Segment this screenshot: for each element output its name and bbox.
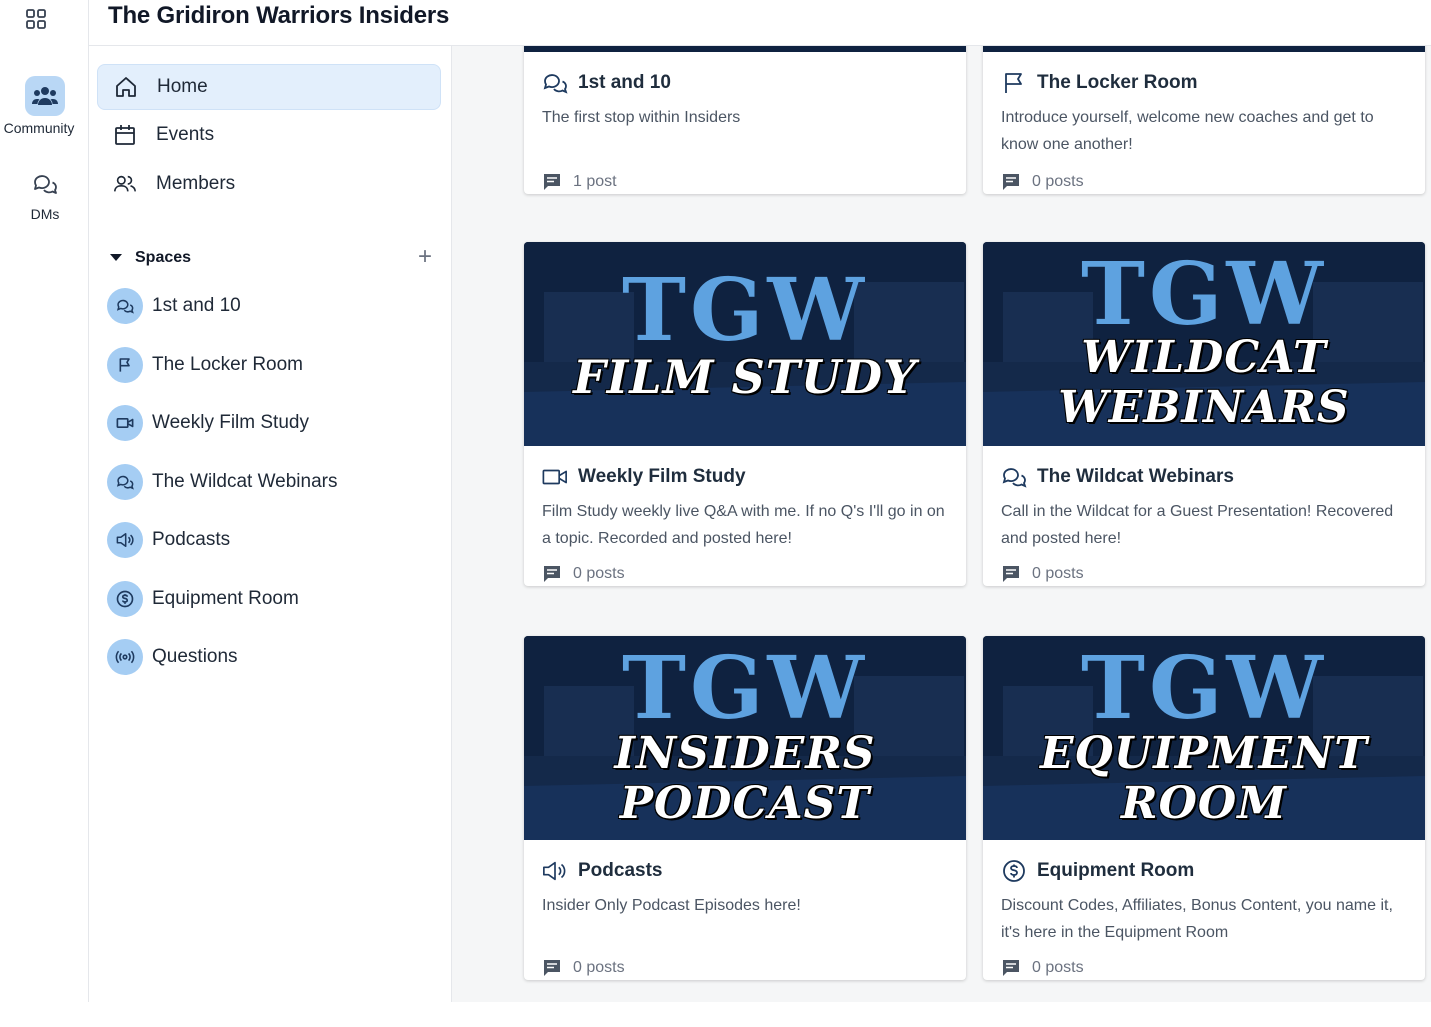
chat-bubbles-icon <box>107 288 143 324</box>
space-card-post-count: 0 posts <box>1032 565 1084 582</box>
spaces-heading: Spaces <box>135 249 192 266</box>
space-item-label: Podcasts <box>152 529 231 550</box>
space-card-post-count: 0 posts <box>1032 173 1084 190</box>
space-card-description: Call in the Wildcat for a Guest Presenta… <box>1001 503 1394 547</box>
banner-caption-line-2: WEBINARS <box>1058 382 1350 433</box>
space-item-label: Questions <box>152 646 238 667</box>
chat-bubbles-icon <box>1001 464 1027 490</box>
comment-icon <box>542 958 562 978</box>
flag-icon <box>1001 70 1027 96</box>
speaker-icon <box>542 858 568 884</box>
space-card-banner <box>524 46 966 52</box>
sidebar: Home Events Members Spaces + 1st and 10 … <box>89 46 452 1002</box>
nav-events-label: Events <box>156 124 215 145</box>
banner-caption-line-2: PODCAST <box>619 778 871 829</box>
flag-icon <box>107 347 143 383</box>
caret-down-icon <box>109 249 123 267</box>
space-item-podcasts[interactable]: Podcasts <box>107 520 437 560</box>
space-item-equipment-room[interactable]: Equipment Room <box>107 579 437 619</box>
video-icon <box>542 464 568 490</box>
nav-events[interactable]: Events <box>97 112 441 158</box>
space-card-1st-and-10[interactable]: 1st and 10 The first stop within Insider… <box>524 46 966 194</box>
header: The Gridiron Warriors Insiders <box>89 0 1431 46</box>
equipment-room-banner-image: TGW EQUIPMENT ROOM <box>983 636 1425 840</box>
calendar-icon <box>113 123 137 147</box>
space-item-label: Weekly Film Study <box>152 412 309 433</box>
space-item-label: The Wildcat Webinars <box>152 471 338 492</box>
space-card-title: The Wildcat Webinars <box>1037 466 1234 487</box>
comment-icon <box>1001 958 1021 978</box>
space-card-title: Podcasts <box>578 860 663 881</box>
banner-caption: FILM STUDY <box>573 350 917 404</box>
rail-dms-label: DMs <box>30 206 60 222</box>
space-item-label: The Locker Room <box>152 354 304 375</box>
members-icon <box>113 172 137 196</box>
comment-icon <box>1001 172 1021 192</box>
chat-bubbles-icon <box>542 70 568 96</box>
home-icon <box>114 75 138 99</box>
space-card-weekly-film-study[interactable]: TGW FILM STUDY Weekly Film Study Film St… <box>524 242 966 586</box>
space-item-questions[interactable]: Questions <box>107 637 437 677</box>
dollar-icon <box>107 581 143 617</box>
space-card-equipment-room[interactable]: TGW EQUIPMENT ROOM Equipment Room Discou… <box>983 636 1425 980</box>
community-title[interactable]: The Gridiron Warriors Insiders <box>108 2 449 30</box>
wildcat-webinars-banner-image: TGW WILDCAT WEBINARS <box>983 242 1425 446</box>
banner-logo: TGW <box>621 638 869 739</box>
space-card-title: The Locker Room <box>1037 72 1198 93</box>
space-card-description: Film Study weekly live Q&A with me. If n… <box>542 503 945 547</box>
space-card-locker-room[interactable]: The Locker Room Introduce yourself, welc… <box>983 46 1425 194</box>
space-card-description: The first stop within Insiders <box>542 109 741 126</box>
space-item-1st-and-10[interactable]: 1st and 10 <box>107 286 437 326</box>
video-icon <box>107 405 143 441</box>
nav-home-label: Home <box>157 76 208 97</box>
spaces-header[interactable]: Spaces + <box>109 245 435 270</box>
banner-logo: TGW <box>1080 244 1328 345</box>
rail-community-label: Community <box>3 120 75 136</box>
nav-members[interactable]: Members <box>97 161 441 207</box>
banner-caption-line-2: ROOM <box>1121 778 1287 829</box>
dollar-icon <box>1001 858 1027 884</box>
space-card-description: Introduce yourself, welcome new coaches … <box>1001 109 1374 153</box>
space-card-podcasts[interactable]: TGW INSIDERS PODCAST Podcasts Insider On… <box>524 636 966 980</box>
space-card-description: Insider Only Podcast Episodes here! <box>542 897 801 914</box>
nav-home[interactable]: Home <box>97 64 441 110</box>
insiders-podcast-banner-image: TGW INSIDERS PODCAST <box>524 636 966 840</box>
banner-logo: TGW <box>621 260 869 361</box>
space-card-post-count: 0 posts <box>1032 959 1084 976</box>
rail-community[interactable]: Community <box>0 76 89 136</box>
add-space-button[interactable]: + <box>415 245 435 270</box>
film-study-banner-image: TGW FILM STUDY <box>524 242 966 446</box>
space-card-post-count: 0 posts <box>573 565 625 582</box>
banner-logo: TGW <box>1080 638 1328 739</box>
space-item-wildcat-webinars[interactable]: The Wildcat Webinars <box>107 462 437 502</box>
comment-icon <box>542 564 562 584</box>
banner-caption-line-1: EQUIPMENT <box>1039 728 1369 779</box>
chat-bubbles-icon <box>25 166 65 202</box>
space-card-title: Equipment Room <box>1037 860 1195 881</box>
space-card-wildcat-webinars[interactable]: TGW WILDCAT WEBINARS The Wildcat Webinar… <box>983 242 1425 586</box>
banner-caption-line-1: WILDCAT <box>1081 332 1327 383</box>
space-card-post-count: 1 post <box>573 173 617 190</box>
space-item-locker-room[interactable]: The Locker Room <box>107 345 437 385</box>
space-card-banner <box>983 46 1425 52</box>
rail-dms[interactable]: DMs <box>0 166 89 222</box>
space-card-title: Weekly Film Study <box>578 466 746 487</box>
space-item-weekly-film-study[interactable]: Weekly Film Study <box>107 403 437 443</box>
app-rail: Community DMs <box>0 0 89 1002</box>
banner-caption-line-1: INSIDERS <box>614 728 876 779</box>
space-item-label: Equipment Room <box>152 588 299 609</box>
space-card-title: 1st and 10 <box>578 72 671 93</box>
community-icon <box>24 76 65 116</box>
comment-icon <box>542 172 562 192</box>
spaces-grid: 1st and 10 The first stop within Insider… <box>452 46 1431 1002</box>
space-card-post-count: 0 posts <box>573 959 625 976</box>
chat-bubbles-icon <box>107 464 143 500</box>
space-card-description: Discount Codes, Affiliates, Bonus Conten… <box>1001 897 1393 941</box>
speaker-icon <box>107 522 143 558</box>
apps-grid-icon[interactable] <box>25 8 46 29</box>
broadcast-icon <box>107 639 143 675</box>
space-item-label: 1st and 10 <box>152 295 241 316</box>
nav-members-label: Members <box>156 173 236 194</box>
comment-icon <box>1001 564 1021 584</box>
